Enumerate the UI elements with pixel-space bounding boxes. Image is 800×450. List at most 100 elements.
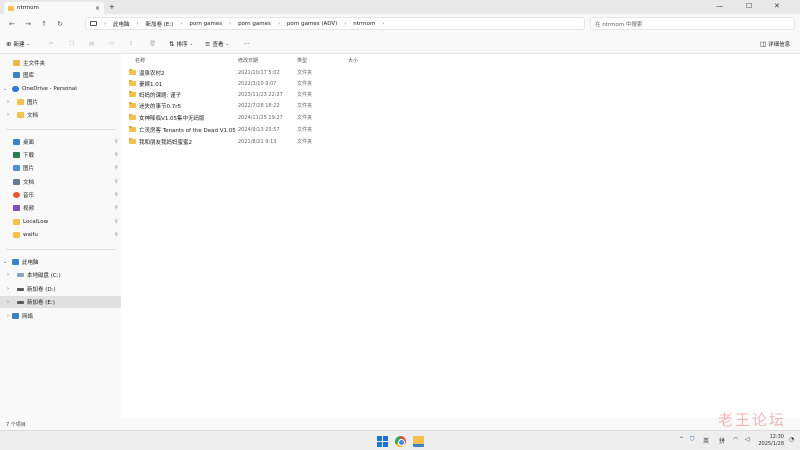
breadcrumb-this-pc[interactable]: 此电脑: [113, 20, 130, 28]
up-button[interactable]: ↑: [36, 20, 52, 28]
pin-icon[interactable]: ⚲: [114, 232, 118, 238]
column-header-name[interactable]: 名称: [135, 57, 145, 64]
file-row[interactable]: 温泉农村2 2021/10/17 5:02 文件夹: [125, 67, 425, 78]
column-header-size[interactable]: 大小: [348, 57, 358, 64]
details-pane-button[interactable]: ◫ 详细信息: [760, 40, 790, 48]
file-row[interactable]: 我和朋友我妈妈蜜蜜2 2021/8/21 9:13 文件夹: [125, 136, 425, 147]
file-row[interactable]: 亡灵房客 Tenants of the Dead V1.05 2024/9/13…: [125, 124, 425, 135]
chevron-right-icon[interactable]: ›: [7, 299, 9, 305]
sidebar-item-desktop[interactable]: 桌面 ⚲: [0, 136, 121, 148]
maximize-button[interactable]: ☐: [746, 2, 752, 10]
sidebar-item-home[interactable]: 主文件夹: [0, 57, 121, 69]
share-icon[interactable]: ⇪: [129, 41, 134, 47]
view-icon: ≡: [205, 39, 211, 48]
close-window-button[interactable]: ✕: [774, 2, 780, 10]
shield-icon[interactable]: ⛉: [690, 436, 695, 444]
pin-icon[interactable]: ⚲: [114, 179, 118, 185]
new-button[interactable]: ⊕ 新建 ⌄: [6, 40, 30, 48]
delete-icon[interactable]: 🗑: [149, 41, 156, 47]
folder-icon: [13, 219, 20, 225]
sidebar-item-gallery[interactable]: 图库: [0, 69, 121, 81]
start-icon[interactable]: [377, 436, 388, 447]
sidebar-item-label: 下载: [23, 153, 35, 159]
address-bar[interactable]: › 此电脑 › 新加卷 (E:) › porn games › porn gam…: [85, 17, 585, 30]
sort-icon: ⇅: [169, 39, 175, 48]
sidebar-item-onedrive[interactable]: ⌄ OneDrive - Personal: [0, 83, 121, 95]
close-tab-icon[interactable]: ×: [95, 5, 100, 12]
sidebar-item-drive-c[interactable]: › 本地磁盘 (C:): [0, 269, 121, 281]
computer-icon: [12, 259, 19, 265]
sidebar-item-onedrive-pictures[interactable]: › 图片: [0, 96, 121, 108]
column-header-type[interactable]: 类型: [297, 57, 307, 64]
pin-icon[interactable]: ⚲: [114, 219, 118, 225]
pin-icon[interactable]: ⚲: [114, 192, 118, 198]
minimize-button[interactable]: —: [716, 2, 723, 10]
view-button[interactable]: ≡ 查看 ⌄: [205, 40, 229, 48]
volume-icon[interactable]: ◁: [745, 436, 750, 443]
sidebar-item-drive-e[interactable]: › 新加卷 (E:): [0, 296, 121, 308]
back-button[interactable]: ←: [4, 20, 20, 28]
breadcrumb-drive-e[interactable]: 新加卷 (E:): [146, 20, 174, 28]
sidebar-item-music[interactable]: 音乐 ⚲: [0, 189, 121, 201]
search-input[interactable]: 在 ntrmom 中搜索: [590, 17, 795, 30]
notification-icon[interactable]: ◔: [789, 436, 794, 443]
sidebar-item-label: OneDrive - Personal: [22, 86, 77, 92]
pin-icon[interactable]: ⚲: [114, 205, 118, 211]
cut-icon[interactable]: ✂: [49, 41, 54, 47]
sidebar-item-drive-d[interactable]: › 新加卷 (D:): [0, 283, 121, 295]
breadcrumb-porn-games-adv[interactable]: porn games (ADV): [287, 21, 337, 27]
chevron-down-icon[interactable]: ⌄: [3, 259, 7, 265]
sidebar-item-this-pc[interactable]: ⌄ 此电脑: [0, 256, 121, 268]
sidebar-item-videos[interactable]: 视频 ⚲: [0, 202, 121, 214]
file-date: 2022/3/10 9:07: [238, 80, 277, 87]
pin-icon[interactable]: ⚲: [114, 139, 118, 145]
refresh-button[interactable]: ↻: [52, 20, 68, 28]
breadcrumb-ntrmom[interactable]: ntrmom: [353, 21, 375, 27]
wifi-icon[interactable]: ◠: [733, 436, 738, 443]
pin-icon[interactable]: ⚲: [114, 165, 118, 171]
copy-icon[interactable]: ❐: [69, 41, 74, 47]
chrome-icon[interactable]: [395, 436, 406, 447]
more-options-button[interactable]: ···: [244, 41, 249, 47]
new-tab-button[interactable]: +: [109, 3, 115, 11]
sidebar-item-locallow[interactable]: LocalLow ⚲: [0, 216, 121, 228]
tab-ntrmom[interactable]: ntrmom ×: [4, 2, 104, 14]
chevron-down-icon[interactable]: ⌄: [3, 86, 7, 92]
file-row[interactable]: 女神降临V1.05集中无码版 2024/11/25 19:27 文件夹: [125, 112, 425, 123]
file-type: 文件夹: [297, 70, 313, 76]
sidebar-item-label: 此电脑: [22, 260, 39, 266]
chevron-up-icon[interactable]: ⌃: [679, 436, 684, 443]
file-row[interactable]: 妻嫁1.01 2022/3/10 9:07 文件夹: [125, 78, 425, 89]
sidebar-item-waifu[interactable]: waifu ⚲: [0, 229, 121, 241]
drive-icon: [17, 273, 24, 277]
ime-indicator[interactable]: 英: [703, 436, 709, 445]
chevron-right-icon[interactable]: ›: [7, 286, 9, 292]
sidebar-item-label: 文档: [23, 180, 35, 186]
chevron-right-icon[interactable]: ›: [7, 112, 9, 118]
chevron-right-icon[interactable]: ›: [7, 272, 9, 278]
breadcrumb-porn-games-1[interactable]: porn games: [189, 21, 222, 27]
pin-icon[interactable]: ⚲: [114, 152, 118, 158]
folder-icon: [129, 114, 136, 120]
sidebar-item-onedrive-documents[interactable]: › 文档: [0, 109, 121, 121]
sort-button[interactable]: ⇅ 排序 ⌄: [169, 40, 193, 48]
forward-button[interactable]: →: [20, 20, 36, 28]
breadcrumb-porn-games-2[interactable]: porn games: [238, 21, 271, 27]
chevron-right-icon[interactable]: ›: [7, 99, 9, 105]
sidebar-item-pictures[interactable]: 图片 ⚲: [0, 162, 121, 174]
sidebar-item-network[interactable]: › 网络: [0, 310, 121, 322]
rename-icon[interactable]: ▭: [109, 41, 114, 47]
column-header-date[interactable]: 修改日期: [238, 57, 258, 64]
clock[interactable]: 12:30 2025/1/28: [758, 434, 784, 448]
file-row[interactable]: 迷失的事节0.7r5 2022/7/28 18:22 文件夹: [125, 100, 425, 111]
sidebar-item-documents[interactable]: 文档 ⚲: [0, 176, 121, 188]
paste-icon[interactable]: ▤: [89, 41, 94, 47]
file-row[interactable]: 妈妈的课题: 谨子 2023/11/23 22:27 文件夹: [125, 89, 425, 100]
navigation-pane: 主文件夹 图库 ⌄ OneDrive - Personal › 图片 › 文档 …: [0, 54, 121, 418]
sidebar-item-label: 图片: [23, 166, 35, 172]
sidebar-item-downloads[interactable]: 下载 ⚲: [0, 149, 121, 161]
chevron-right-icon[interactable]: ›: [7, 313, 9, 319]
file-explorer-icon[interactable]: [413, 436, 424, 447]
ime-mode-indicator[interactable]: 拼: [719, 436, 725, 445]
breadcrumb-separator: ›: [104, 20, 106, 27]
